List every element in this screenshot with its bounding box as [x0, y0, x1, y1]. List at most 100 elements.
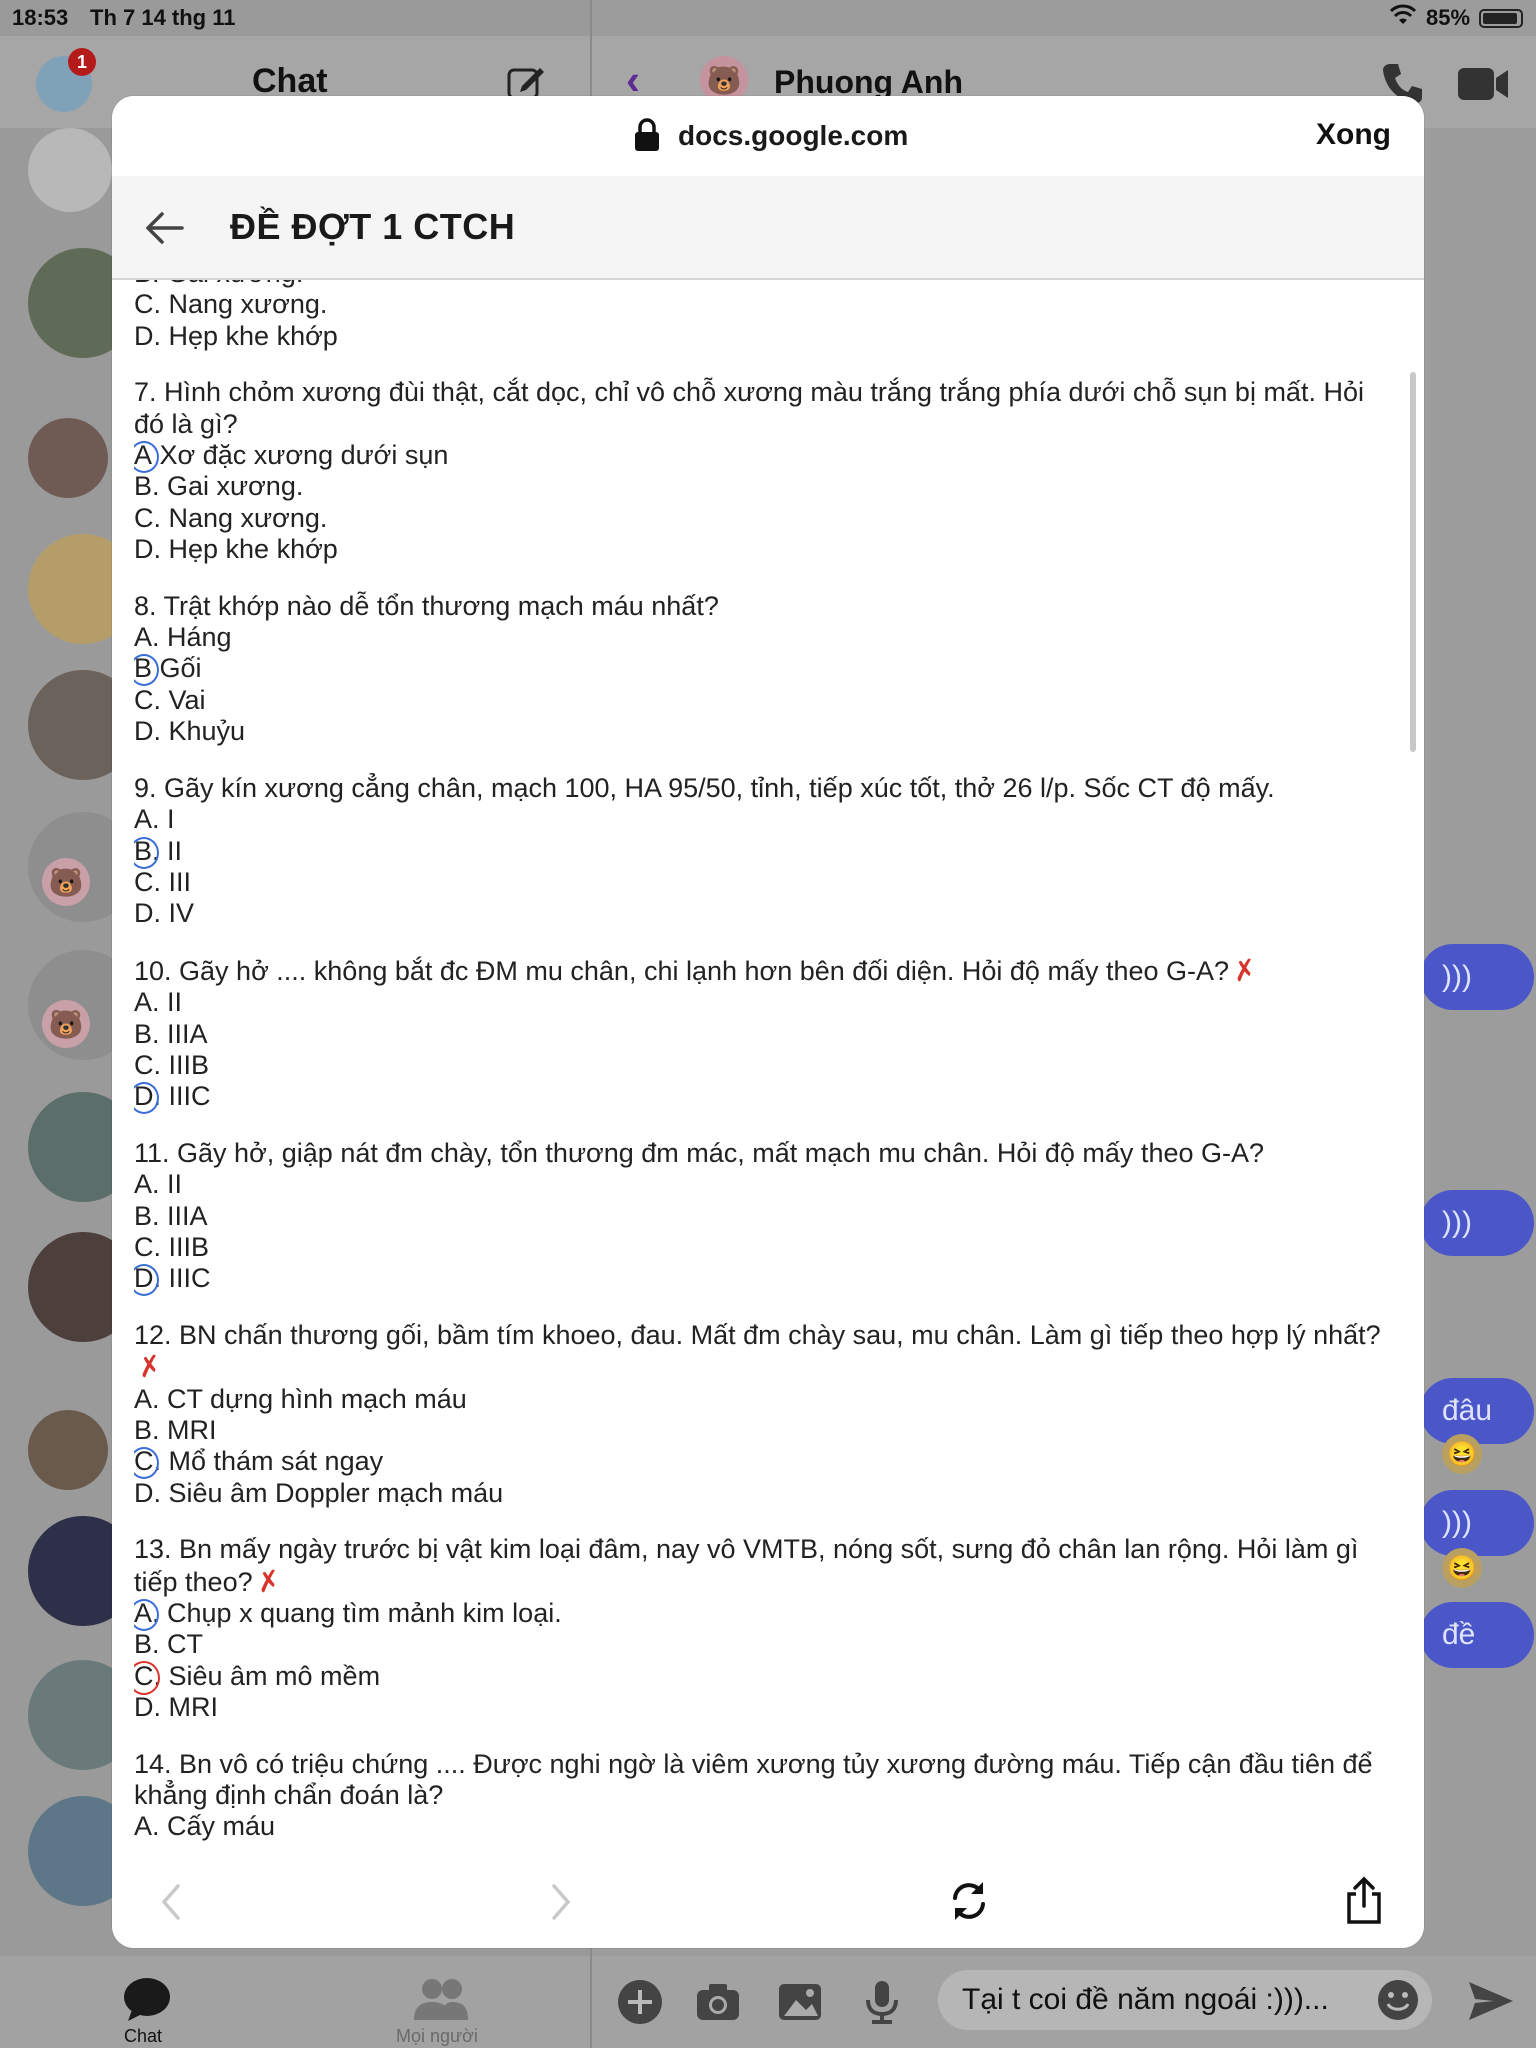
battery-percent: 85% [1426, 5, 1471, 30]
option-text: D. IV [134, 898, 195, 929]
answer-option: A. CT dựng hình mạch máu [134, 1384, 1384, 1415]
back-chevron-icon[interactable] [154, 1880, 188, 1924]
done-button[interactable]: Xong [1316, 118, 1391, 152]
message-bubble[interactable]: ))) [1420, 944, 1534, 1010]
bear-avatar-icon: 🐻 [42, 858, 90, 906]
blue-circle-mark: D [134, 1081, 159, 1115]
browser-toolbar [112, 1860, 1424, 1948]
plus-icon[interactable] [616, 1978, 664, 2026]
tab-chat[interactable]: Chat [124, 2026, 162, 2047]
answer-option: A. I [134, 804, 1384, 835]
question-text: 14. Bn vô có triệu chứng .... Được nghi … [134, 1748, 1381, 1811]
option-text: B. Gai xương. [134, 471, 304, 502]
option-text: B. Gai xương. [134, 280, 303, 288]
forward-chevron-icon[interactable] [544, 1880, 578, 1924]
answer-option: A Xơ đặc xương dưới sụn [134, 440, 1384, 474]
docs-viewer-sheet: docs.google.com Xong ĐỀ ĐỢT 1 CTCH B. Ga… [112, 96, 1424, 1948]
camera-icon[interactable] [694, 1978, 742, 2026]
option-text: C. III [134, 866, 192, 897]
answer-option: B. Gai xương. [134, 280, 1384, 289]
question-stem: 10. Gãy hở .... không bắt đc ĐM mu chân,… [134, 951, 1384, 989]
question-stem: 9. Gãy kín xương cẳng chân, mạch 100, HA… [134, 773, 1384, 804]
document-content[interactable]: B. Gai xương.C. Nang xương.D. Hẹp khe kh… [134, 280, 1384, 1940]
contact-avatar[interactable] [28, 128, 112, 212]
option-text: D. Khuỷu [134, 716, 246, 747]
answer-option: D. Khuỷu [134, 716, 1384, 747]
question-block: 13. Bn mấy ngày trước bị vật kim loại đâ… [134, 1534, 1384, 1723]
microphone-icon[interactable] [858, 1978, 906, 2026]
option-text: D. MRI [134, 1692, 218, 1723]
question-stem: 14. Bn vô có triệu chứng .... Được nghi … [134, 1749, 1384, 1812]
image-icon[interactable] [776, 1978, 824, 2026]
reload-icon[interactable] [946, 1878, 992, 1924]
bear-avatar-icon: 🐻 [42, 1000, 90, 1048]
tab-bar [0, 1956, 590, 2048]
red-x-mark-icon: ✗ [1230, 951, 1260, 989]
question-stem: 11. Gãy hở, giập nát đm chày, tổn thương… [134, 1138, 1384, 1169]
red-circle-mark: C [134, 1660, 160, 1696]
contact-avatar[interactable] [28, 418, 108, 498]
question-text: 11. Gãy hở, giập nát đm chày, tổn thương… [134, 1137, 1265, 1168]
answer-option: A. II [134, 987, 1384, 1018]
option-text: A. II [134, 987, 183, 1018]
option-text: A. II [134, 1169, 183, 1200]
question-text: 9. Gãy kín xương cẳng chân, mạch 100, HA… [134, 772, 1275, 803]
option-text: . IIIC [153, 1263, 211, 1294]
answer-option: B. Gai xương. [134, 471, 1384, 502]
option-text: D. Hẹp khe khớp [134, 534, 338, 565]
url-text[interactable]: docs.google.com [678, 120, 908, 152]
status-bar: 18:53 Th 7 14 thg 11 85% [0, 0, 1536, 36]
emoji-icon[interactable] [1376, 1978, 1420, 2022]
contact-avatar[interactable] [28, 1410, 108, 1490]
question-text: 12. BN chấn thương gối, bầm tím khoeo, đ… [134, 1319, 1381, 1350]
wifi-icon [1389, 4, 1417, 32]
answer-option: A. Cấy máu [134, 1811, 1384, 1842]
answer-option: C. Siêu âm mô mềm [134, 1660, 1384, 1696]
send-icon[interactable] [1466, 1976, 1516, 2026]
chat-bubble-icon[interactable] [122, 1976, 172, 2022]
answer-option: C. Mổ thám sát ngay [134, 1446, 1384, 1480]
answer-option: D. IV [134, 898, 1384, 929]
option-text: . Siêu âm mô mềm [153, 1660, 381, 1691]
message-bubble[interactable]: ))) [1420, 1190, 1534, 1256]
video-call-icon[interactable] [1456, 64, 1510, 104]
url-bar: docs.google.com Xong [112, 96, 1424, 176]
laugh-reaction-icon: 😆 [1442, 1434, 1482, 1474]
message-bubble[interactable]: ))) [1420, 1490, 1534, 1556]
back-arrow-icon[interactable] [142, 206, 186, 250]
laugh-reaction-icon: 😆 [1442, 1548, 1482, 1588]
message-bubble[interactable]: đề [1420, 1602, 1534, 1668]
question-block: 12. BN chấn thương gối, bầm tím khoeo, đ… [134, 1320, 1384, 1509]
share-icon[interactable] [1344, 1876, 1384, 1926]
message-input[interactable]: Tại t coi đề năm ngoái :)))... [938, 1970, 1432, 2030]
answer-option: C. Nang xương. [134, 289, 1384, 320]
answer-option: C. Vai [134, 685, 1384, 716]
question-text: 10. Gãy hở .... không bắt đc ĐM mu chân,… [134, 955, 1230, 986]
option-text: . Chụp x quang tìm mảnh kim loại. [152, 1598, 562, 1629]
answer-option: D. Siêu âm Doppler mạch máu [134, 1478, 1384, 1509]
option-text: A. CT dựng hình mạch máu [134, 1383, 467, 1414]
answer-option: B Gối [134, 653, 1384, 687]
blue-circle-mark: B [134, 653, 160, 687]
tab-people[interactable]: Mọi người [396, 2026, 478, 2047]
answer-option: B. IIIA [134, 1201, 1384, 1232]
option-text: . Mổ thám sát ngay [153, 1446, 384, 1477]
answer-option: D. IIIC [134, 1263, 1384, 1297]
scrollbar[interactable] [1410, 372, 1416, 752]
message-bubble[interactable]: đâu [1420, 1378, 1534, 1444]
option-text: C. Nang xương. [134, 289, 328, 320]
question-block: 14. Bn vô có triệu chứng .... Được nghi … [134, 1749, 1384, 1843]
option-text: C. Nang xương. [134, 502, 328, 533]
blue-circle-mark: D [134, 1263, 159, 1297]
answer-option: A. Háng [134, 622, 1384, 653]
option-text: D. Siêu âm Doppler mạch máu [134, 1477, 504, 1508]
question-block: 10. Gãy hở .... không bắt đc ĐM mu chân,… [134, 951, 1384, 1115]
question-stem: 12. BN chấn thương gối, bầm tím khoeo, đ… [134, 1319, 1384, 1385]
question-text: 8. Trật khớp nào dễ tổn thương mạch máu … [134, 590, 719, 621]
question-block: 9. Gãy kín xương cẳng chân, mạch 100, HA… [134, 773, 1384, 930]
option-text: B. IIIA [134, 1018, 208, 1049]
people-icon[interactable] [412, 1976, 470, 2022]
question-text: 7. Hình chỏm xương đùi thật, cắt dọc, ch… [134, 377, 1372, 439]
answer-option: B. MRI [134, 1415, 1384, 1446]
red-x-mark-icon: ✗ [135, 1348, 165, 1385]
